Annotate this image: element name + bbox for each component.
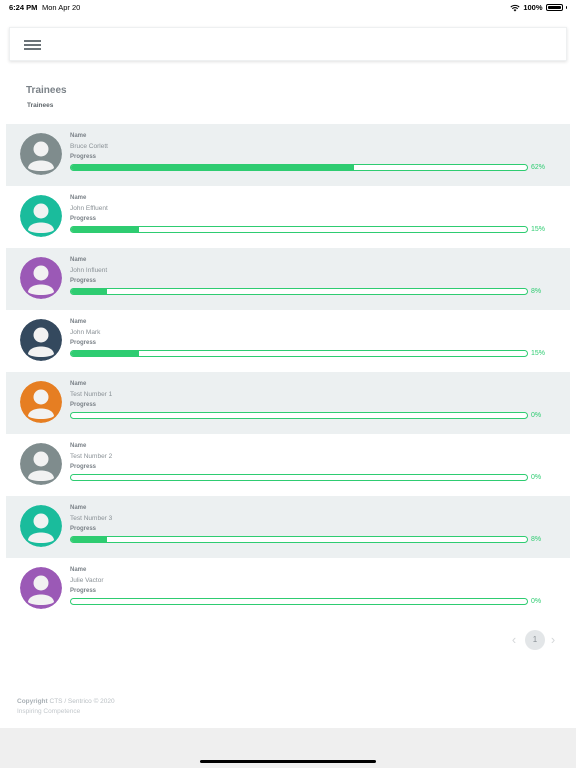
trainee-row[interactable]: Name Bruce Corlett Progress 62% — [6, 124, 570, 186]
trainee-list: Name Bruce Corlett Progress 62% Name John Eff… — [6, 124, 570, 620]
battery-percent: 100% — [523, 3, 543, 12]
progress-percent: 8% — [531, 536, 542, 543]
name-label: Name — [70, 381, 87, 387]
pagination: ‹ 1 › — [508, 630, 559, 650]
progress-bar — [70, 226, 528, 233]
status-date: Mon Apr 20 — [42, 3, 81, 12]
copyright: Copyright CTS / Sentrico © 2020 — [17, 698, 115, 705]
progress-label: Progress — [70, 402, 97, 408]
trainee-row[interactable]: Name Test Number 2 Progress 0% — [6, 434, 570, 496]
progress-label: Progress — [70, 340, 97, 346]
name-label: Name — [70, 319, 87, 325]
progress-bar — [70, 350, 528, 357]
progress-bar — [70, 288, 528, 295]
progress-percent: 15% — [531, 350, 546, 357]
avatar-user-icon — [20, 505, 62, 547]
name-label: Name — [70, 567, 87, 573]
progress-bar — [70, 474, 528, 481]
avatar-user-icon — [20, 443, 62, 485]
breadcrumb: Trainees — [27, 102, 54, 109]
progress-label: Progress — [70, 216, 97, 222]
progress-fill — [71, 165, 354, 170]
copyright-text: CTS / Sentrico © 2020 — [49, 698, 115, 705]
name-label: Name — [70, 257, 87, 263]
trainee-name: Test Number 3 — [70, 515, 113, 522]
progress-percent: 0% — [531, 474, 542, 481]
avatar-user-icon — [20, 567, 62, 609]
name-label: Name — [70, 133, 87, 139]
avatar-user-icon — [20, 319, 62, 361]
progress-fill — [71, 537, 108, 542]
trainee-row[interactable]: Name John Influent Progress 8% — [6, 248, 570, 310]
avatar-user-icon — [20, 195, 62, 237]
trainee-row[interactable]: Name Test Number 3 Progress 8% — [6, 496, 570, 558]
trainee-name: Test Number 2 — [70, 453, 113, 460]
hamburger-icon[interactable] — [24, 40, 41, 50]
status-right: 100% — [510, 3, 567, 12]
progress-percent: 0% — [531, 598, 542, 605]
avatar-user-icon — [20, 133, 62, 175]
name-label: Name — [70, 505, 87, 511]
avatar-user-icon — [20, 381, 62, 423]
trainee-row[interactable]: Name Test Number 1 Progress 0% — [6, 372, 570, 434]
avatar-user-icon — [20, 257, 62, 299]
progress-label: Progress — [70, 464, 97, 470]
trainee-name: Julie Vactor — [70, 577, 104, 584]
top-navbar — [9, 27, 567, 61]
name-label: Name — [70, 443, 87, 449]
progress-percent: 62% — [531, 164, 546, 171]
progress-percent: 8% — [531, 288, 542, 295]
name-label: Name — [70, 195, 87, 201]
progress-bar — [70, 164, 528, 171]
progress-percent: 15% — [531, 226, 546, 233]
copyright-label: Copyright — [17, 698, 48, 705]
status-bar: 6:24 PM Mon Apr 20 100% — [0, 0, 576, 16]
home-indicator[interactable] — [200, 760, 376, 763]
trainee-row[interactable]: Name John Mark Progress 15% — [6, 310, 570, 372]
status-time: 6:24 PM — [9, 3, 38, 12]
progress-bar — [70, 412, 528, 419]
battery-icon — [545, 4, 563, 11]
trainee-row[interactable]: Name John Effluent Progress 15% — [6, 186, 570, 248]
battery-tip — [565, 6, 567, 9]
page-title: Trainees — [26, 85, 67, 96]
progress-percent: 0% — [531, 412, 542, 419]
trainee-name: John Mark — [70, 329, 101, 336]
progress-label: Progress — [70, 588, 97, 594]
progress-bar — [70, 598, 528, 605]
progress-fill — [71, 351, 140, 356]
progress-fill — [71, 227, 140, 232]
progress-label: Progress — [70, 278, 97, 284]
chevron-left-icon[interactable]: ‹ — [508, 630, 520, 650]
wifi-icon — [510, 4, 520, 11]
chevron-right-icon[interactable]: › — [547, 630, 559, 650]
page-button-current[interactable]: 1 — [525, 630, 545, 650]
progress-label: Progress — [70, 526, 97, 532]
trainee-name: John Influent — [70, 267, 108, 274]
trainee-name: John Effluent — [70, 205, 108, 212]
trainee-row[interactable]: Name Julie Vactor Progress 0% — [6, 558, 570, 620]
progress-fill — [71, 289, 108, 294]
progress-label: Progress — [70, 154, 97, 160]
trainee-name: Test Number 1 — [70, 391, 113, 398]
progress-bar — [70, 536, 528, 543]
tagline: Inspiring Competence — [17, 708, 81, 715]
trainee-name: Bruce Corlett — [70, 143, 108, 150]
